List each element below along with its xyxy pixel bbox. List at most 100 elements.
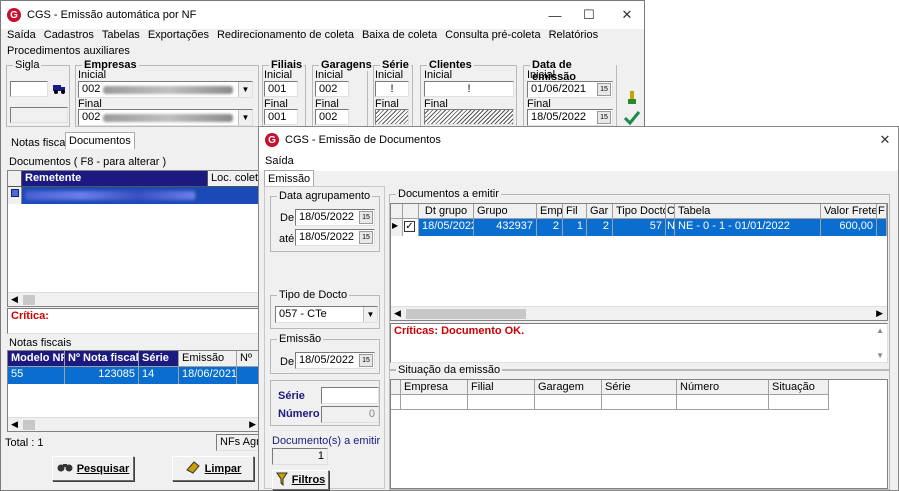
col-valor-frete[interactable]: Valor Frete: [821, 204, 877, 219]
chevron-down-icon[interactable]: ▼: [238, 110, 252, 125]
close-button[interactable]: ✕: [605, 1, 649, 29]
col-c[interactable]: C: [666, 204, 675, 219]
filtros-button[interactable]: Filtros: [272, 470, 329, 490]
scroll-right-icon[interactable]: ▶: [249, 419, 256, 430]
row-checkbox[interactable]: ✓: [403, 219, 419, 236]
col-grupo[interactable]: Grupo: [474, 204, 537, 219]
calendar-icon[interactable]: 15: [597, 83, 611, 96]
menu-relatorios[interactable]: Relatórios: [547, 27, 605, 43]
table-row[interactable]: ▶ ✓ 18/05/2022 432937 2 1 2 57 N NE - 0 …: [391, 219, 887, 236]
sigla-input[interactable]: [10, 81, 48, 97]
documentos-emitir-grid[interactable]: Dt grupo Grupo Emp Fil Gar Tipo Docto C …: [390, 203, 888, 321]
menu-cadastros[interactable]: Cadastros: [42, 27, 100, 43]
col-dt-grupo[interactable]: Dt grupo: [419, 204, 474, 219]
col-emp[interactable]: Emp: [537, 204, 563, 219]
col-serie[interactable]: Série: [139, 351, 179, 367]
menu-procedimentos[interactable]: Procedimentos auxiliares: [5, 43, 136, 59]
confirm-check-icon[interactable]: [623, 109, 641, 127]
col-numero-nf[interactable]: Nº Nota fiscal: [65, 351, 139, 367]
calendar-icon[interactable]: 15: [359, 211, 373, 224]
agrupamento-ate-input[interactable]: 18/05/2022 15: [295, 229, 375, 246]
col-remetente[interactable]: Remetente: [22, 171, 208, 187]
menu-baixa-coleta[interactable]: Baixa de coleta: [360, 27, 443, 43]
notas-fiscais-grid[interactable]: Modelo NF Nº Nota fiscal Série Emissão N…: [7, 350, 262, 432]
tipo-docto-select[interactable]: 057 - CTe ▼: [275, 306, 378, 323]
col-numero[interactable]: Número: [677, 380, 769, 395]
scroll-right-icon[interactable]: ▶: [876, 308, 883, 319]
serie-final-input[interactable]: [375, 109, 409, 125]
filial-final-input[interactable]: 001: [264, 109, 298, 125]
calendar-icon[interactable]: 15: [359, 354, 373, 367]
garagem-inicial-input[interactable]: 002: [315, 81, 349, 97]
nf-hscroll[interactable]: ◀ ▶: [8, 417, 260, 431]
dialog-close-button[interactable]: ✕: [863, 127, 899, 153]
empresas-inicial-label: Inicial: [78, 69, 107, 81]
pesquisar-button[interactable]: Pesquisar: [52, 456, 134, 481]
col-garagem[interactable]: Garagem: [535, 380, 602, 395]
menu-saida[interactable]: Saída: [5, 27, 42, 43]
dialog-menu-saida[interactable]: Saída: [263, 153, 300, 171]
menu-redirecionamento[interactable]: Redirecionamento de coleta: [215, 27, 360, 43]
col-fil[interactable]: Fil: [563, 204, 587, 219]
col-tipo-docto[interactable]: Tipo Docto: [613, 204, 666, 219]
menu-exportacoes[interactable]: Exportações: [146, 27, 215, 43]
docs-emitir-label: Documento(s) a emitir: [272, 435, 381, 447]
data-emissao-inicial-input[interactable]: 01/06/2021 15: [527, 81, 613, 98]
documentos-grid[interactable]: Remetente Loc. coleta ◀: [7, 170, 268, 307]
col-empresa[interactable]: Empresa: [401, 380, 468, 395]
scroll-down-icon[interactable]: ▼: [876, 351, 884, 360]
cliente-final-input[interactable]: [424, 109, 514, 125]
garagem-final-input[interactable]: 002: [315, 109, 349, 125]
limpar-button[interactable]: Limpar: [172, 456, 254, 481]
scroll-thumb[interactable]: [22, 294, 35, 305]
filial-inicial-input[interactable]: 001: [264, 81, 298, 97]
scroll-left-icon[interactable]: ◀: [391, 308, 404, 319]
cliente-inicial-input[interactable]: !: [424, 81, 514, 97]
col-tabela[interactable]: Tabela: [675, 204, 821, 219]
calendar-icon[interactable]: 15: [597, 111, 611, 124]
main-window-title: CGS - Emissão automática por NF: [27, 9, 197, 21]
numero-input[interactable]: 0: [321, 406, 379, 423]
main-titlebar: G CGS - Emissão automática por NF — ☐ ✕: [1, 1, 644, 29]
col-f[interactable]: F: [877, 204, 887, 219]
scroll-up-icon[interactable]: ▲: [876, 326, 884, 335]
tipo-docto-label: Tipo de Docto: [277, 289, 350, 301]
criticas-box: Críticas: Documento OK. ▲ ▼: [390, 323, 888, 363]
row-checkbox[interactable]: [8, 187, 22, 204]
col-gar[interactable]: Gar: [587, 204, 613, 219]
serie-inicial-input[interactable]: !: [375, 81, 409, 97]
filiais-inicial-label: Inicial: [264, 69, 293, 81]
table-row[interactable]: [391, 395, 829, 410]
serie-input[interactable]: [321, 387, 379, 404]
emissao-de-input[interactable]: 18/05/2022 15: [295, 352, 375, 369]
col-situacao[interactable]: Situação: [769, 380, 829, 395]
tab-emissao[interactable]: Emissão: [264, 170, 315, 187]
row-pointer-icon: ▶: [391, 219, 403, 236]
scroll-left-icon[interactable]: ◀: [8, 294, 21, 305]
documentos-hscroll[interactable]: ◀: [8, 292, 260, 306]
cleaning-brush-icon[interactable]: [623, 89, 641, 107]
menu-consulta-pre-coleta[interactable]: Consulta pré-coleta: [443, 27, 546, 43]
table-row[interactable]: 55 123085 14 18/06/2021: [8, 367, 262, 384]
situacao-grid[interactable]: Empresa Filial Garagem Série Número Situ…: [390, 379, 888, 489]
scroll-thumb[interactable]: [405, 308, 526, 319]
tab-documentos[interactable]: Documentos: [65, 132, 135, 149]
agrupamento-de-input[interactable]: 18/05/2022 15: [295, 209, 375, 226]
scroll-thumb[interactable]: [22, 419, 35, 430]
col-modelo-nf[interactable]: Modelo NF: [8, 351, 65, 367]
chevron-down-icon[interactable]: ▼: [238, 82, 252, 97]
truck-search-icon[interactable]: [52, 81, 66, 95]
documentos-emitir-hscroll[interactable]: ◀ ▶: [391, 306, 887, 320]
scroll-left-icon[interactable]: ◀: [8, 419, 21, 430]
empresa-final-select[interactable]: 002 ▼: [78, 109, 253, 126]
table-row[interactable]: [8, 187, 260, 204]
menu-tabelas[interactable]: Tabelas: [100, 27, 146, 43]
chevron-down-icon[interactable]: ▼: [363, 307, 377, 322]
calendar-icon[interactable]: 15: [359, 231, 373, 244]
app-logo-icon: G: [7, 8, 21, 22]
data-emissao-final-input[interactable]: 18/05/2022 15: [527, 109, 613, 126]
empresa-inicial-select[interactable]: 002 ▼: [78, 81, 253, 98]
col-serie[interactable]: Série: [602, 380, 677, 395]
col-emissao[interactable]: Emissão: [179, 351, 237, 367]
col-filial[interactable]: Filial: [468, 380, 535, 395]
